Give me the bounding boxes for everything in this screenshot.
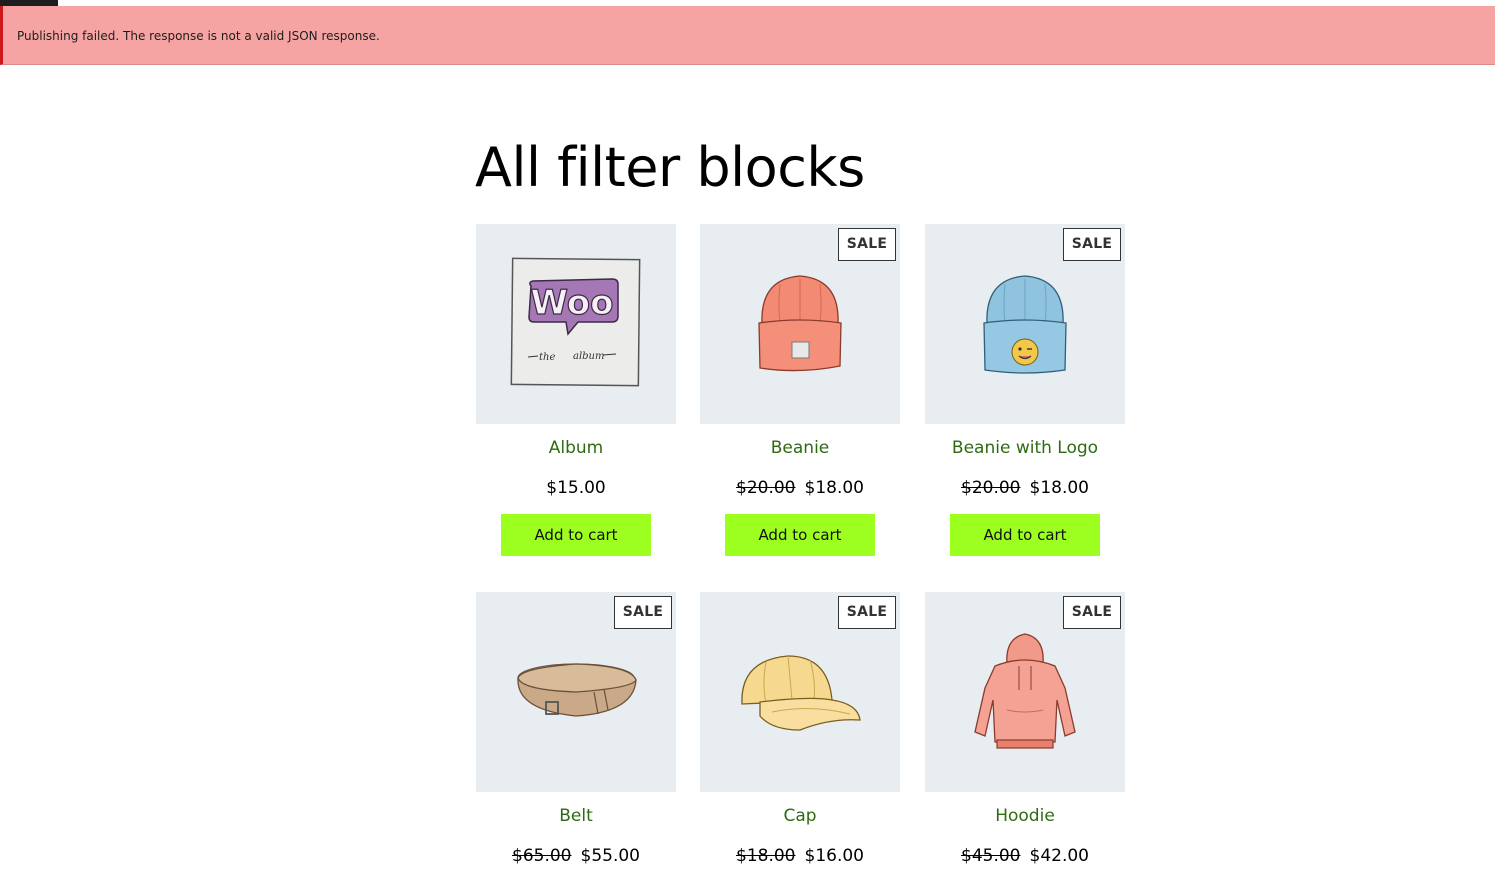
price-current: $18.00 [1029, 478, 1089, 498]
svg-text:Woo: Woo [530, 283, 613, 323]
product-price: $18.00 $16.00 [700, 846, 900, 866]
price-current: $18.00 [804, 478, 864, 498]
sale-badge: SALE [1063, 228, 1121, 261]
price-regular: $65.00 [512, 846, 572, 866]
product-card: SALE Cap $18.00 $16.00 [700, 592, 900, 869]
product-price: $45.00 $42.00 [925, 846, 1125, 866]
product-card: SALE Hoodie $45.00 $42.00 [925, 592, 1125, 869]
product-card: SALE Beanie $20.00 $18.00 Add to cart [700, 224, 900, 556]
product-card: Woo the album Album $15.00 Add to cart [476, 224, 676, 556]
error-notice: Publishing failed. The response is not a… [0, 6, 1495, 65]
price-regular: $20.00 [961, 478, 1021, 498]
product-name[interactable]: Cap [700, 806, 900, 826]
product-image[interactable]: SALE [700, 224, 900, 424]
album-image: Woo the album [510, 257, 641, 387]
product-name[interactable]: Hoodie [925, 806, 1125, 826]
product-name[interactable]: Beanie with Logo [925, 438, 1125, 458]
product-name[interactable]: Beanie [700, 438, 900, 458]
price-current: $42.00 [1029, 846, 1089, 866]
sale-badge: SALE [838, 596, 896, 629]
product-price: $65.00 $55.00 [476, 846, 676, 866]
add-to-cart-button[interactable]: Add to cart [950, 514, 1100, 556]
product-image[interactable]: SALE [925, 592, 1125, 792]
page-title: All filter blocks [475, 136, 865, 199]
product-image[interactable]: SALE [925, 224, 1125, 424]
sale-badge: SALE [1063, 596, 1121, 629]
product-image[interactable]: SALE [476, 592, 676, 792]
sale-badge: SALE [838, 228, 896, 261]
product-price: $20.00 $18.00 [700, 478, 900, 498]
product-card: SALE Belt $65.00 $55.00 [476, 592, 676, 869]
product-price: $20.00 $18.00 [925, 478, 1125, 498]
sale-badge: SALE [614, 596, 672, 629]
product-image[interactable]: SALE [700, 592, 900, 792]
price-current: $55.00 [580, 846, 640, 866]
price-current: $15.00 [546, 478, 606, 498]
product-name[interactable]: Belt [476, 806, 676, 826]
price-regular: $45.00 [961, 846, 1021, 866]
product-name[interactable]: Album [476, 438, 676, 458]
product-image[interactable]: Woo the album [476, 224, 676, 424]
price-current: $16.00 [804, 846, 864, 866]
add-to-cart-button[interactable]: Add to cart [501, 514, 651, 556]
price-regular: $18.00 [736, 846, 796, 866]
error-notice-message: Publishing failed. The response is not a… [17, 29, 380, 43]
svg-text:the: the [539, 352, 555, 363]
add-to-cart-button[interactable]: Add to cart [725, 514, 875, 556]
svg-text:album: album [573, 351, 604, 362]
product-price: $15.00 [476, 478, 676, 498]
product-card: SALE Beanie with Logo $20.00 $18.00 Add t… [925, 224, 1125, 556]
price-regular: $20.00 [736, 478, 796, 498]
